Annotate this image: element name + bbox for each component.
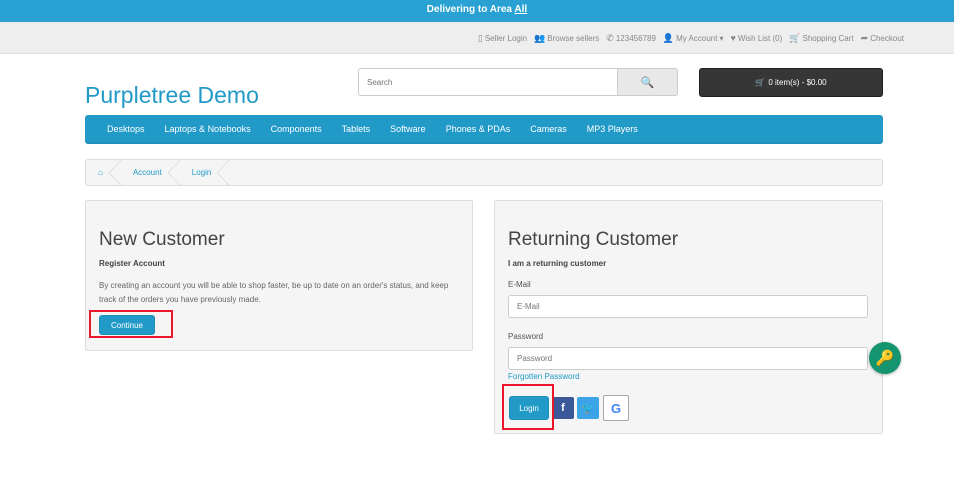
users-icon: 👥: [534, 32, 546, 43]
utility-bar: ▯ Seller Login 👥 Browse sellers ✆ 123456…: [0, 22, 954, 54]
cart-icon: 🛒: [755, 78, 766, 87]
menu-item-laptops[interactable]: Laptops & Notebooks: [155, 124, 261, 134]
phone-label: 123456789: [615, 33, 656, 43]
phone-icon: ✆: [606, 32, 614, 43]
register-account-heading: Register Account: [99, 259, 165, 268]
category-menu: Desktops Laptops & Notebooks Components …: [85, 115, 883, 144]
email-field[interactable]: [508, 295, 868, 318]
shopping-cart-label: Shopping Cart: [802, 33, 854, 43]
email-label: E-Mail: [508, 280, 531, 289]
delivery-area-link[interactable]: All: [514, 4, 527, 15]
menu-item-tablets[interactable]: Tablets: [332, 124, 381, 134]
login-highlight-box: [502, 384, 554, 430]
key-icon: 🔑: [875, 350, 895, 367]
seller-login-label: Seller Login: [484, 33, 528, 43]
twitter-login-button[interactable]: 🐦: [577, 397, 599, 419]
caret-down-icon: ▾: [719, 33, 724, 43]
seller-login-link[interactable]: ▯ Seller Login: [478, 33, 527, 44]
search-input[interactable]: [358, 68, 618, 96]
home-icon: ⌂: [98, 168, 103, 177]
breadcrumb: ⌂ Account Login: [85, 159, 883, 186]
returning-customer-heading: I am a returning customer: [508, 259, 607, 268]
menu-item-phones[interactable]: Phones & PDAs: [436, 124, 521, 134]
search-icon: 🔍: [640, 76, 655, 89]
returning-customer-title: Returning Customer: [508, 229, 679, 250]
menu-item-software[interactable]: Software: [380, 124, 436, 134]
register-description: By creating an account you will be able …: [99, 281, 449, 304]
wish-list-label: Wish List (0): [737, 33, 783, 43]
menu-item-desktops[interactable]: Desktops: [97, 124, 155, 134]
menu-item-cameras[interactable]: Cameras: [520, 124, 577, 134]
share-icon: ➦: [860, 32, 869, 43]
checkout-label: Checkout: [870, 33, 904, 43]
my-account-dropdown[interactable]: 👤 My Account ▾: [663, 33, 724, 44]
search-bar: 🔍: [358, 68, 678, 96]
cart-icon: 🛒: [789, 32, 801, 43]
cart-total: 0 item(s) - $0.00: [768, 78, 827, 87]
shopping-cart-link[interactable]: 🛒 Shopping Cart: [789, 33, 853, 44]
wish-list-link[interactable]: ♥ Wish List (0): [730, 33, 782, 43]
new-customer-title: New Customer: [99, 229, 225, 250]
menu-item-mp3[interactable]: MP3 Players: [577, 124, 648, 134]
heart-icon: ♥: [730, 33, 736, 43]
breadcrumb-home[interactable]: ⌂: [86, 160, 121, 185]
facebook-icon: f: [561, 402, 565, 414]
checkout-link[interactable]: ➦ Checkout: [861, 33, 904, 44]
breadcrumb-login[interactable]: Login: [180, 160, 230, 185]
breadcrumb-account[interactable]: Account: [121, 160, 180, 185]
delivery-text: Delivering to Area: [426, 4, 512, 15]
mobile-icon: ▯: [477, 32, 483, 43]
twitter-icon: 🐦: [581, 402, 595, 415]
cart-button[interactable]: 🛒 0 item(s) - $0.00: [699, 68, 883, 97]
my-account-label: My Account: [676, 33, 718, 43]
key-badge-button[interactable]: 🔑: [869, 342, 901, 374]
google-icon: G: [610, 400, 622, 416]
utility-links: ▯ Seller Login 👥 Browse sellers ✆ 123456…: [478, 22, 904, 54]
phone-link[interactable]: ✆ 123456789: [606, 33, 656, 44]
user-icon: 👤: [662, 32, 675, 43]
continue-highlight-box: [89, 310, 173, 338]
password-label: Password: [508, 332, 544, 341]
password-field[interactable]: [508, 347, 868, 370]
menu-item-components[interactable]: Components: [261, 124, 332, 134]
store-logo[interactable]: Purpletree Demo: [85, 82, 259, 109]
facebook-login-button[interactable]: f: [552, 397, 574, 419]
browse-sellers-label: Browse sellers: [547, 33, 600, 43]
forgotten-password-link[interactable]: Forgotten Password: [508, 372, 580, 381]
browse-sellers-link[interactable]: 👥 Browse sellers: [534, 33, 599, 44]
google-login-button[interactable]: G: [603, 395, 629, 421]
search-button[interactable]: 🔍: [618, 68, 678, 96]
delivery-banner: Delivering to Area All: [0, 0, 954, 22]
